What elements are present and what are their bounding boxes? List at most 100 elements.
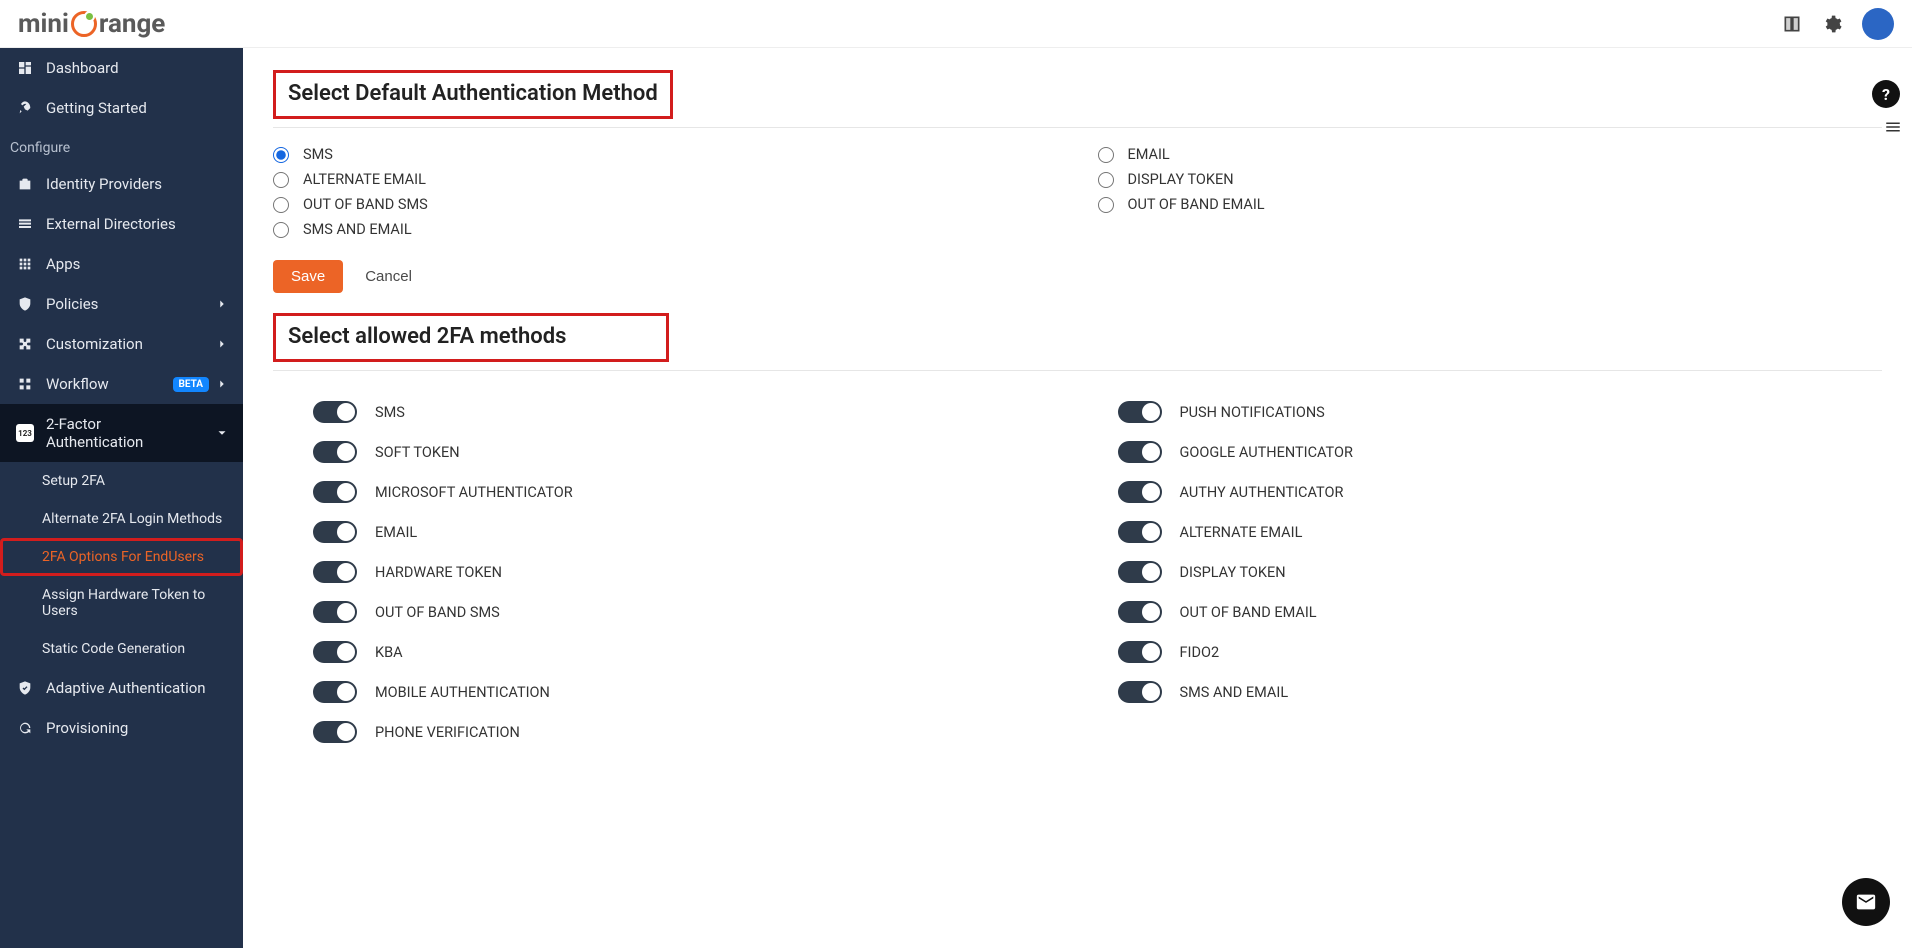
default-method-radios: SMS ALTERNATE EMAIL OUT OF BAND SMS SMS … [273, 146, 1882, 238]
sidebar-item-getting-started[interactable]: Getting Started [0, 88, 243, 128]
toggle-switch[interactable] [1118, 601, 1162, 623]
sidebar-sub-static-code[interactable]: Static Code Generation [0, 630, 243, 668]
toggle-kba: KBA [313, 641, 1078, 663]
toggle-label: OUT OF BAND EMAIL [1180, 604, 1317, 621]
shield-icon [16, 295, 34, 313]
toggle-switch[interactable] [313, 521, 357, 543]
shield-check-icon [16, 679, 34, 697]
avatar[interactable] [1862, 8, 1894, 40]
sidebar-label: Policies [46, 295, 98, 313]
gear-icon[interactable] [1822, 14, 1842, 34]
toggle-switch[interactable] [1118, 521, 1162, 543]
radio-email[interactable]: EMAIL [1098, 146, 1883, 163]
logo[interactable]: mini range [18, 9, 165, 39]
toggle-switch[interactable] [313, 681, 357, 703]
sidebar-label: Customization [46, 335, 143, 353]
radio-input[interactable] [1098, 197, 1114, 213]
radio-sms-and-email[interactable]: SMS AND EMAIL [273, 221, 1058, 238]
sidebar-item-adaptive-auth[interactable]: Adaptive Authentication [0, 668, 243, 708]
sidebar-sub-2fa-options[interactable]: 2FA Options For EndUsers [0, 538, 243, 576]
radio-input[interactable] [273, 147, 289, 163]
sidebar-label: 2-Factor Authentication [46, 415, 176, 451]
toggle-switch[interactable] [1118, 481, 1162, 503]
toggle-switch[interactable] [1118, 441, 1162, 463]
cancel-button[interactable]: Cancel [365, 268, 412, 285]
toggle-label: PUSH NOTIFICATIONS [1180, 404, 1325, 421]
help-button[interactable]: ? [1872, 80, 1900, 108]
toggle-fido2: FIDO2 [1118, 641, 1883, 663]
dashboard-icon [16, 59, 34, 77]
chat-button[interactable] [1842, 878, 1890, 926]
toggle-sms: SMS [313, 401, 1078, 423]
sidebar-label: Workflow [46, 375, 109, 393]
toggle-label: ALTERNATE EMAIL [1180, 524, 1303, 541]
toggle-label: FIDO2 [1180, 644, 1220, 661]
toggle-switch[interactable] [313, 721, 357, 743]
radio-label: OUT OF BAND EMAIL [1128, 196, 1265, 213]
radio-label: EMAIL [1128, 146, 1170, 163]
save-button[interactable]: Save [273, 260, 343, 293]
radio-out-of-band-sms[interactable]: OUT OF BAND SMS [273, 196, 1058, 213]
toggle-switch[interactable] [313, 641, 357, 663]
sidebar-item-identity-providers[interactable]: Identity Providers [0, 164, 243, 204]
sync-icon [16, 719, 34, 737]
toggle-switch[interactable] [1118, 561, 1162, 583]
logo-suffix: range [99, 9, 165, 39]
toggle-hardware-token: HARDWARE TOKEN [313, 561, 1078, 583]
toggle-label: PHONE VERIFICATION [375, 724, 520, 741]
radio-label: OUT OF BAND SMS [303, 196, 428, 213]
sidebar-item-provisioning[interactable]: Provisioning [0, 708, 243, 748]
sidebar-sub-assign-token[interactable]: Assign Hardware Token to Users [0, 576, 243, 630]
sidebar-item-customization[interactable]: Customization [0, 324, 243, 364]
toggle-switch[interactable] [313, 561, 357, 583]
toggle-switch[interactable] [313, 481, 357, 503]
workflow-icon [16, 375, 34, 393]
toggle-switch[interactable] [1118, 681, 1162, 703]
header: mini range [0, 0, 1912, 48]
radio-display-token[interactable]: DISPLAY TOKEN [1098, 171, 1883, 188]
sidebar-label: Apps [46, 255, 80, 273]
sidebar-item-dashboard[interactable]: Dashboard [0, 48, 243, 88]
toggle-out-of-band-sms: OUT OF BAND SMS [313, 601, 1078, 623]
radio-input[interactable] [273, 222, 289, 238]
sidebar-item-workflow[interactable]: Workflow BETA [0, 364, 243, 404]
radio-input[interactable] [1098, 172, 1114, 188]
radio-out-of-band-email[interactable]: OUT OF BAND EMAIL [1098, 196, 1883, 213]
sidebar-sub-setup-2fa[interactable]: Setup 2FA [0, 462, 243, 500]
radio-sms[interactable]: SMS [273, 146, 1058, 163]
toggle-label: GOOGLE AUTHENTICATOR [1180, 444, 1353, 461]
toggle-switch[interactable] [313, 441, 357, 463]
sidebar-sub-alternate-login[interactable]: Alternate 2FA Login Methods [0, 500, 243, 538]
guide-icon[interactable] [1782, 14, 1802, 34]
radio-label: DISPLAY TOKEN [1128, 171, 1234, 188]
radio-input[interactable] [273, 197, 289, 213]
toggle-switch[interactable] [313, 601, 357, 623]
toggle-phone-verification: PHONE VERIFICATION [313, 721, 1078, 743]
radio-label: SMS AND EMAIL [303, 221, 412, 238]
highlight-2fa: 123 2-Factor Authentication [0, 404, 243, 462]
sidebar-item-two-factor[interactable]: 123 2-Factor Authentication [0, 404, 243, 462]
sidebar-label: Identity Providers [46, 175, 162, 193]
toggle-switch[interactable] [1118, 401, 1162, 423]
grid-icon [16, 255, 34, 273]
toggle-display-token: DISPLAY TOKEN [1118, 561, 1883, 583]
sidebar-label: Adaptive Authentication [46, 679, 206, 697]
radio-alternate-email[interactable]: ALTERNATE EMAIL [273, 171, 1058, 188]
toggle-switch[interactable] [313, 401, 357, 423]
sidebar-label: Getting Started [46, 99, 147, 117]
radio-input[interactable] [1098, 147, 1114, 163]
radio-label: SMS [303, 146, 333, 163]
hamburger-icon[interactable] [1884, 118, 1902, 136]
sidebar-item-policies[interactable]: Policies [0, 284, 243, 324]
toggle-label: EMAIL [375, 524, 417, 541]
toggle-mobile-authentication: MOBILE AUTHENTICATION [313, 681, 1078, 703]
sidebar-label: Dashboard [46, 59, 119, 77]
toggle-sms-and-email: SMS AND EMAIL [1118, 681, 1883, 703]
toggle-switch[interactable] [1118, 641, 1162, 663]
toggle-label: SMS [375, 404, 405, 421]
rocket-icon [16, 99, 34, 117]
sidebar-item-external-directories[interactable]: External Directories [0, 204, 243, 244]
radio-input[interactable] [273, 172, 289, 188]
sidebar-item-apps[interactable]: Apps [0, 244, 243, 284]
briefcase-icon [16, 175, 34, 193]
